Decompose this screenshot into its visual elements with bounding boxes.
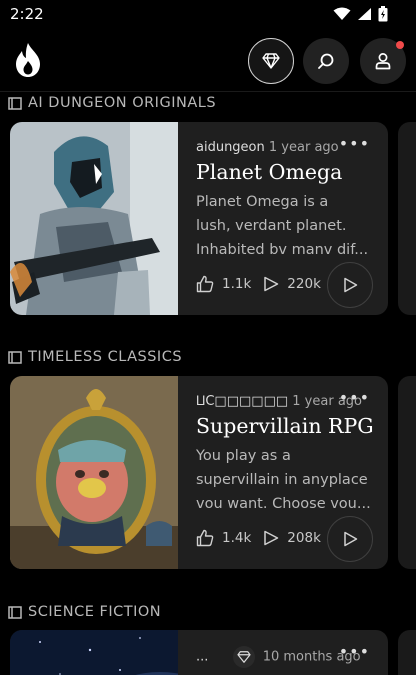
card-author[interactable]: aidungeon: [196, 140, 265, 155]
card-stats: 1.1k 220k: [196, 275, 333, 293]
card-body: ⨿C□□□□□□ 1 year ago ••• Supervillain RPG…: [196, 376, 378, 569]
card-author[interactable]: ⨿C□□□□□□: [196, 394, 288, 409]
plays-stat: 220k: [263, 276, 321, 292]
section-title-timeless-classics: TIMELESS CLASSICS: [8, 349, 182, 365]
adventure-card-science-fiction[interactable]: ... 10 months ago •••: [10, 630, 388, 675]
card-title: Supervillain RPG: [196, 414, 374, 438]
description-line: Planet Omega is a: [196, 194, 329, 210]
description-line: Inhabited bv manv dif...: [196, 242, 369, 258]
play-count-icon: [264, 530, 279, 546]
card-author[interactable]: ...: [196, 650, 208, 665]
section-title-text: SCIENCE FICTION: [28, 604, 162, 620]
search-button[interactable]: [303, 38, 349, 84]
more-options-icon[interactable]: •••: [339, 388, 370, 407]
description-line: vou want. Choose vou...: [196, 496, 371, 512]
card-meta: aidungeon 1 year ago: [196, 140, 339, 155]
play-button[interactable]: [327, 262, 373, 308]
status-icons: [333, 6, 388, 22]
more-options-icon[interactable]: •••: [339, 642, 370, 661]
next-card-peek[interactable]: [398, 122, 416, 315]
gem-icon: [236, 651, 251, 663]
likes-stat[interactable]: 1.4k: [196, 529, 251, 547]
card-stats: 1.4k 208k: [196, 529, 333, 547]
card-meta: ⨿C□□□□□□ 1 year ago: [196, 394, 362, 409]
plays-count: 220k: [287, 276, 321, 292]
play-button[interactable]: [327, 516, 373, 562]
collection-icon: [8, 97, 22, 110]
battery-icon: [378, 6, 388, 22]
likes-stat[interactable]: 1.1k: [196, 275, 251, 293]
profile-icon: [375, 53, 391, 70]
likes-count: 1.1k: [222, 276, 252, 292]
description-line: lush, verdant planet.: [196, 218, 347, 234]
plays-stat: 208k: [263, 530, 321, 546]
card-body: ... 10 months ago •••: [196, 630, 378, 675]
section-title-ai-dungeon-originals: AI DUNGEON ORIGINALS: [8, 95, 216, 111]
signal-icon: [358, 8, 371, 20]
search-icon: [318, 53, 334, 69]
card-meta: ... 10 months ago: [196, 646, 361, 668]
section-title-text: AI DUNGEON ORIGINALS: [28, 95, 217, 111]
planet-omega-cover-image: [10, 122, 178, 315]
science-fiction-cover-image: [10, 630, 178, 675]
status-time: 2:22: [10, 5, 44, 23]
next-card-peek[interactable]: [398, 630, 416, 675]
card-time: 1 year ago: [268, 140, 339, 155]
supervillain-rpg-cover-image: [10, 376, 178, 569]
thumbs-up-icon: [196, 529, 214, 547]
adventure-card-planet-omega[interactable]: aidungeon 1 year ago ••• Planet Omega Pl…: [10, 122, 388, 315]
card-description: Planet Omega is a lush, verdant planet. …: [196, 190, 378, 262]
section-title-science-fiction: SCIENCE FICTION: [8, 604, 161, 620]
thumbs-up-icon: [196, 275, 214, 293]
play-count-icon: [264, 276, 279, 292]
adventure-card-supervillain-rpg[interactable]: ⨿C□□□□□□ 1 year ago ••• Supervillain RPG…: [10, 376, 388, 569]
play-icon: [344, 531, 358, 547]
description-line: supervillain in anyplace: [196, 472, 368, 488]
gem-button[interactable]: [248, 38, 294, 84]
likes-count: 1.4k: [222, 530, 252, 546]
card-title: Planet Omega: [196, 160, 343, 184]
next-card-peek[interactable]: [398, 376, 416, 569]
section-title-text: TIMELESS CLASSICS: [28, 349, 183, 365]
wifi-icon: [333, 7, 351, 20]
plays-count: 208k: [287, 530, 321, 546]
play-icon: [344, 277, 358, 293]
card-body: aidungeon 1 year ago ••• Planet Omega Pl…: [196, 122, 378, 315]
status-bar: 2:22: [0, 0, 416, 28]
more-options-icon[interactable]: •••: [339, 134, 370, 153]
collection-icon: [8, 606, 22, 619]
flame-logo-icon[interactable]: [14, 42, 42, 78]
collection-icon: [8, 351, 22, 364]
gem-icon: [262, 53, 280, 69]
gem-badge: [232, 646, 255, 668]
card-description: You play as a supervillain in anyplace v…: [196, 444, 378, 516]
profile-button[interactable]: [360, 38, 406, 84]
app-header: [0, 30, 416, 92]
description-line: You play as a: [196, 448, 291, 464]
notification-dot: [396, 41, 404, 49]
